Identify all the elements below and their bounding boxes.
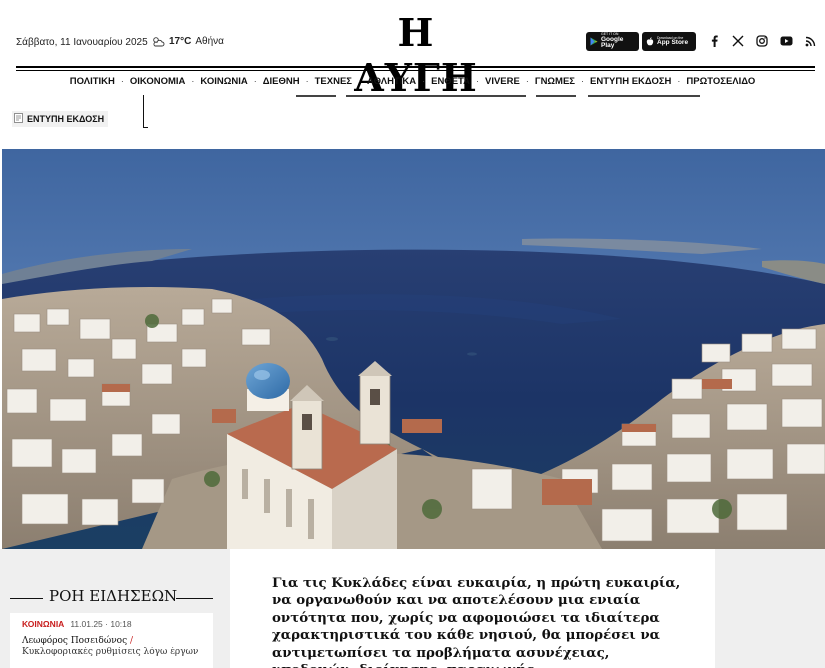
site-header: Σάββατο, 11 Ιανουαρίου 2025 17°C Αθήνα Η…: [0, 0, 825, 100]
weather-city: Αθήνα: [195, 36, 224, 47]
apple-icon: [646, 33, 654, 51]
news-feed-title: ΡΟΗ ΕΙΔΗΣΕΩΝ: [49, 587, 178, 605]
current-date: Σάββατο, 11 Ιανουαρίου 2025: [16, 37, 148, 48]
google-play-label: Google Play: [601, 35, 624, 50]
nav-item-koinonia[interactable]: ΚΟΙΝΩΝΙΑ: [200, 76, 247, 87]
nav-item-diethni[interactable]: ΔΙΕΘΝΗ: [263, 76, 300, 87]
article-lead: Για τις Κυκλάδες είναι ευκαιρία, η πρώτη…: [272, 575, 681, 668]
partly-cloudy-icon: [152, 36, 165, 47]
feed-item-category[interactable]: ΚΟΙΝΩΝΙΑ: [22, 619, 64, 629]
google-play-badge[interactable]: GET IT ON Google Play: [586, 32, 639, 51]
news-feed: ΡΟΗ ΕΙΔΗΣΕΩΝ ΚΟΙΝΩΝΙΑ 11.01.25 · 10:18 Λ…: [10, 583, 213, 668]
nav-item-protoselido[interactable]: ΠΡΩΤΟΣΕΛΙΔΟ: [686, 76, 755, 87]
main-nav: ΠΟΛΙΤΙΚΗ · ΟΙΚΟΝΟΜΙΑ · ΚΟΙΝΩΝΙΑ · ΔΙΕΘΝΗ…: [69, 75, 756, 87]
nav-item-vivere[interactable]: VIVERE: [485, 76, 520, 87]
facebook-icon[interactable]: [706, 33, 722, 49]
feed-item-subtitle[interactable]: Κυκλοφοριακές ρυθμίσεις λόγω έργων - Μέχ…: [22, 647, 201, 658]
nav-item-gnomes[interactable]: ΓΝΩΜΕΣ: [535, 76, 575, 87]
article-hero-image: [2, 149, 825, 549]
nav-item-entypi-ekdosi[interactable]: ΕΝΤΥΠΗ ΕΚΔΟΣΗ: [590, 76, 671, 87]
nav-item-oikonomia[interactable]: ΟΙΚΟΝΟΜΙΑ: [130, 76, 186, 87]
column-divider: [143, 94, 144, 128]
nav-item-entheta[interactable]: ΕΝΘΕΤΑ: [431, 76, 470, 87]
x-icon[interactable]: [730, 33, 746, 49]
instagram-icon[interactable]: [754, 33, 770, 49]
google-play-icon: [590, 33, 598, 51]
header-rule-thin: [16, 70, 815, 71]
print-edition-link[interactable]: ΕΝΤΥΠΗ ΕΚΔΟΣΗ: [12, 110, 109, 128]
rss-icon[interactable]: [802, 33, 818, 49]
nav-item-politiki[interactable]: ΠΟΛΙΤΙΚΗ: [70, 76, 115, 87]
article-body: Για τις Κυκλάδες είναι ευκαιρία, η πρώτη…: [230, 549, 715, 668]
feed-item-datetime: 11.01.25 · 10:18: [70, 619, 132, 629]
newspaper-icon: [14, 110, 23, 128]
header-rule: [16, 66, 815, 68]
app-store-badge[interactable]: Download on the App Store: [642, 32, 696, 51]
nav-item-athlitika[interactable]: ΑΘΛΗΤΙΚΑ: [367, 76, 416, 87]
weather-widget: 17°C Αθήνα: [152, 36, 224, 47]
print-edition-label: ΕΝΤΥΠΗ ΕΚΔΟΣΗ: [27, 114, 105, 124]
news-feed-item[interactable]: ΚΟΙΝΩΝΙΑ 11.01.25 · 10:18 Λεωφόρος Ποσει…: [10, 613, 213, 668]
weather-temperature: 17°C: [169, 36, 192, 47]
nav-item-texnes[interactable]: ΤΕΧΝΕΣ: [315, 76, 352, 87]
feed-item-headline[interactable]: Λεωφόρος Ποσειδώνος /: [22, 636, 201, 647]
app-store-label: App Store: [657, 39, 689, 46]
youtube-icon[interactable]: [778, 33, 794, 49]
